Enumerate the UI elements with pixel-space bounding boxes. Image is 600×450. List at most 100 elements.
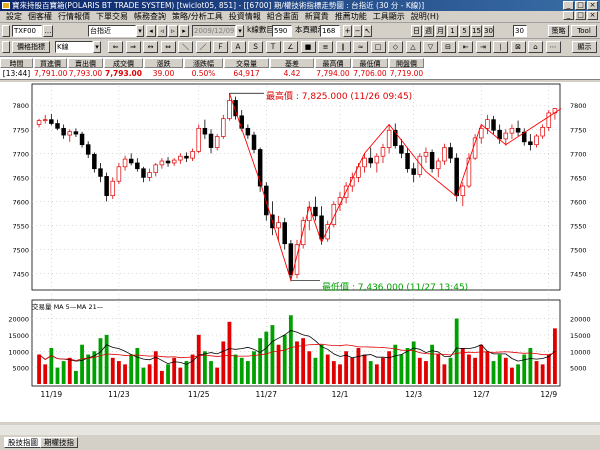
period-button-6[interactable]: 30 — [483, 25, 494, 37]
bottom-bar: 股技指圖 期權技指 — [0, 424, 600, 450]
candle — [178, 153, 183, 164]
drawing-tool-icon-9[interactable]: Ｔ — [265, 41, 281, 53]
symbol-code-field[interactable]: TXF00 — [12, 25, 42, 37]
kbar-count-field[interactable]: 590 — [272, 25, 292, 37]
drawing-tool-icon-10[interactable]: ∠ — [283, 41, 298, 53]
ref-days-field[interactable]: 168 — [320, 25, 340, 37]
drawing-tool-icon-21[interactable]: ⇥ — [475, 41, 491, 53]
candle-body — [122, 158, 128, 168]
zoom-in-icon[interactable]: + — [343, 25, 352, 37]
period-field[interactable]: 30 — [513, 25, 527, 37]
drawing-tool-icon-2[interactable]: ↔ — [143, 41, 158, 53]
horizontal-scrollbar[interactable] — [0, 425, 600, 435]
tab-futures-chart[interactable]: 期權技指 — [40, 437, 78, 448]
price-chart[interactable]: 7800 7800 7750 7750 7700 7700 7650 7650 7600 7600… — [0, 82, 600, 422]
date-field[interactable]: 2009/12/09 — [192, 25, 236, 37]
menu-item-11[interactable]: 說明(H) — [408, 11, 442, 22]
volume-bar — [135, 348, 140, 384]
symbol-lookup-button[interactable]: … — [43, 25, 53, 37]
menu-item-9[interactable]: 推薦功能 — [332, 11, 370, 22]
price-tick-left: 7650 — [12, 174, 29, 182]
volume-bar — [196, 334, 201, 384]
volume-bar — [98, 338, 103, 384]
drawing-tool-icon-25[interactable]: ⋯ — [545, 41, 561, 53]
drawing-tool-icon-14[interactable]: ≈ — [353, 41, 368, 53]
drawing-tool-icon-7[interactable]: Ａ — [230, 41, 246, 53]
date-tick: 11/25 — [188, 390, 210, 399]
drawing-tool-icon-6[interactable]: Ｆ — [213, 41, 228, 53]
candle — [393, 123, 398, 149]
drawing-tool-icon-12[interactable]: ≡ — [318, 41, 333, 53]
volume-bar — [61, 361, 66, 384]
volume-bar — [221, 341, 226, 384]
display-button[interactable]: 顯示 — [572, 41, 597, 53]
volume-bar — [436, 354, 441, 384]
strategy-button[interactable]: 策略 — [548, 25, 569, 37]
volume-bar — [166, 364, 170, 384]
tab-stock-chart[interactable]: 股技指圖 — [4, 437, 42, 448]
prev-icon[interactable]: ◃ — [157, 25, 167, 37]
drawing-tool-icon-16[interactable]: ◇ — [388, 41, 403, 53]
maximize-button[interactable]: □ — [575, 1, 586, 10]
drawing-tool-icon-20[interactable]: ⇤ — [458, 41, 473, 53]
menu-item-4[interactable]: 帳務查詢 — [131, 11, 169, 22]
menu-item-3[interactable]: 下單交易 — [93, 11, 131, 22]
drawing-tool-icon-8[interactable]: Ｓ — [248, 41, 263, 53]
drawing-tool-icon-24[interactable]: ⌂ — [528, 41, 543, 53]
chart-area[interactable]: 7800 7800 7750 7750 7700 7700 7650 7650 7600 7600… — [0, 82, 600, 422]
period-button-3[interactable]: 1 — [447, 25, 458, 37]
cursor-icon[interactable]: ↖ — [363, 25, 372, 37]
menu-item-8[interactable]: 新寶貴 — [302, 11, 332, 22]
zoom-out-icon[interactable]: − — [353, 25, 362, 37]
first-icon[interactable]: ◂ — [146, 25, 156, 37]
menu-item-5[interactable]: 策略/分析工具 — [169, 11, 226, 22]
drawing-tool-icon-13[interactable]: ∥ — [335, 41, 351, 53]
grip-icon — [2, 25, 10, 37]
menu-item-6[interactable]: 投資情報 — [226, 11, 264, 22]
chart-type-dropdown-icon[interactable]: ▾ — [93, 41, 101, 53]
menu-item-2[interactable]: 行情報價 — [55, 11, 93, 22]
drawing-tool-icon-18[interactable]: ▽ — [423, 41, 438, 53]
period-button-1[interactable]: 週 — [423, 25, 434, 37]
chart-type-field[interactable]: K線 — [55, 41, 93, 53]
symbol-name-field[interactable]: 台指近 — [88, 25, 136, 37]
drawing-tool-icon-5[interactable]: ／ — [195, 41, 211, 53]
candle — [67, 129, 73, 142]
period-button-0[interactable]: 日 — [411, 25, 422, 37]
indicator-button[interactable]: 價格指標 — [12, 41, 50, 53]
candle — [509, 124, 515, 139]
drawing-tool-icon-19[interactable]: ⊟ — [440, 41, 456, 53]
close-button[interactable]: × — [587, 1, 598, 10]
date-dropdown-icon[interactable]: ▾ — [236, 25, 244, 37]
drawing-tool-icon-0[interactable]: ⇐ — [108, 41, 123, 53]
period-button-4[interactable]: 5 — [459, 25, 470, 37]
minimize-button[interactable]: _ — [563, 1, 574, 10]
quote-header-7: 基差 — [270, 58, 314, 68]
drawing-tool-icon-15[interactable]: □ — [370, 41, 386, 53]
mdi-close-button[interactable]: × — [587, 11, 598, 20]
period-button-5[interactable]: 15 — [471, 25, 482, 37]
next-icon[interactable]: ▹ — [168, 25, 178, 37]
drawing-tool-icon-17[interactable]: △ — [405, 41, 421, 53]
drawing-tool-icon-1[interactable]: ⇒ — [125, 41, 141, 53]
candle-body — [472, 137, 478, 159]
drawing-tool-icon-23[interactable]: ⊠ — [510, 41, 526, 53]
drawing-tool-icon-4[interactable]: ＼ — [178, 41, 193, 53]
drawing-tool-icon-3[interactable]: ⇔ — [160, 41, 176, 53]
volume-bar — [510, 367, 514, 384]
tool-button[interactable]: Tool — [571, 25, 597, 37]
menu-item-7[interactable]: 組合畫面 — [264, 11, 302, 22]
mdi-minimize-button[interactable]: _ — [563, 11, 574, 20]
menu-item-0[interactable]: 設定 — [3, 11, 25, 22]
price-tick-left: 7700 — [12, 150, 29, 158]
last-icon[interactable]: ▸ — [179, 25, 189, 37]
menu-item-10[interactable]: 工具顯示 — [370, 11, 408, 22]
candle-body — [528, 141, 533, 146]
drawing-tool-icon-22[interactable]: ∣ — [493, 41, 508, 53]
menu-item-1[interactable]: 個客權 — [25, 11, 55, 22]
mdi-restore-button[interactable]: □ — [575, 11, 586, 20]
symbol-dropdown-icon[interactable]: ▾ — [136, 25, 144, 37]
drawing-tool-icon-11[interactable]: ■ — [300, 41, 316, 53]
period-button-2[interactable]: 月 — [435, 25, 446, 37]
quote-header-4: 漲跌 — [144, 58, 183, 68]
